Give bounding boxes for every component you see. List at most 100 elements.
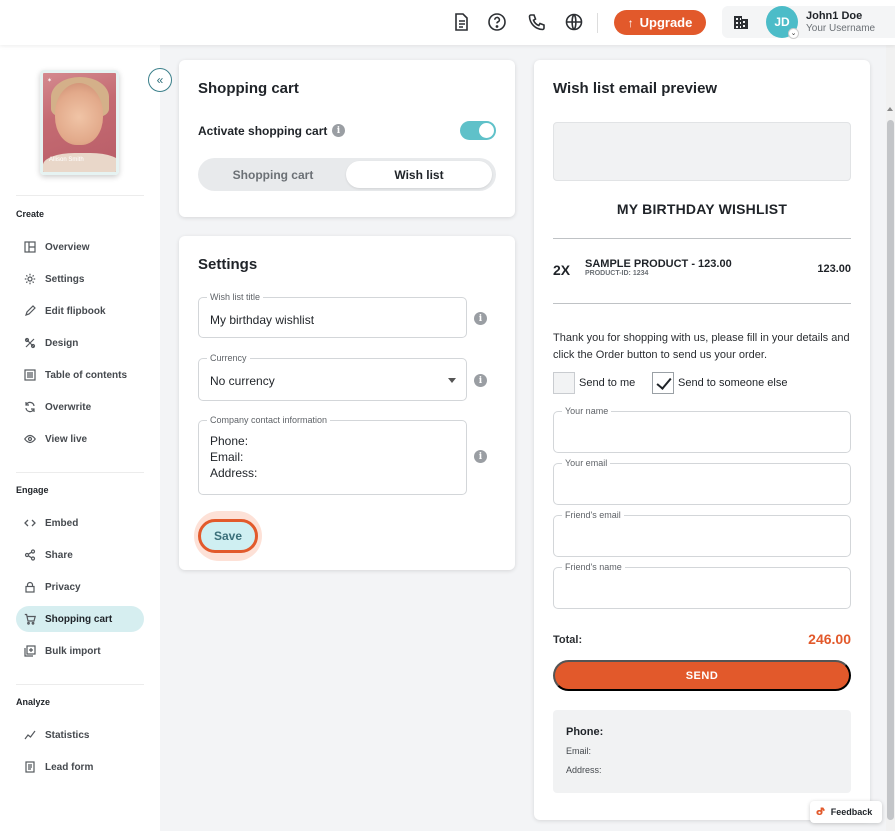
friends-email-field[interactable]: Friend's email [553, 510, 851, 557]
sidebar-divider [16, 684, 144, 685]
field-value: My birthday wishlist [210, 313, 315, 327]
feedback-button[interactable]: ᕷ Feedback [810, 801, 882, 823]
layout-icon [24, 241, 36, 253]
refresh-icon [24, 401, 36, 413]
sidebar-item-label: Design [45, 337, 79, 349]
sidebar-item-share[interactable]: Share [16, 542, 144, 568]
field-label: Wish list title [207, 292, 264, 302]
sidebar-item-label: Overwrite [45, 401, 92, 413]
section-analyze: Analyze [16, 697, 51, 707]
thumbnail-text: Allison Smith [49, 157, 84, 163]
your-email-field[interactable]: Your email [553, 458, 851, 505]
feedback-label: Feedback [830, 807, 873, 817]
eye-icon [24, 433, 36, 445]
tab-shopping-cart[interactable]: Shopping cart [201, 161, 345, 188]
save-button[interactable]: Save [198, 519, 258, 553]
wishlist-title-field[interactable]: Wish list title My birthday wishlist [198, 292, 467, 338]
contact-info-textarea[interactable]: Company contact information Phone: Email… [198, 415, 467, 495]
info-icon[interactable]: i [474, 450, 487, 463]
activate-cart-label: Activate shopping cart [198, 124, 328, 138]
tab-wish-list[interactable]: Wish list [346, 161, 492, 188]
account-menu[interactable]: JD ⌄ John1 Doe Your Username [722, 6, 895, 39]
friends-name-field[interactable]: Friend's name [553, 562, 851, 609]
double-chevron-left-icon: « [156, 73, 164, 87]
sidebar-item-lead-form[interactable]: Lead form [16, 754, 144, 780]
sidebar-item-shopping-cart[interactable]: Shopping cart [16, 606, 144, 632]
thumbnail-face [55, 83, 103, 145]
document-icon[interactable] [451, 12, 471, 32]
info-icon[interactable]: i [332, 124, 345, 137]
sidebar-item-label: Settings [45, 273, 85, 285]
collapse-sidebar-button[interactable]: « [148, 68, 172, 92]
caret-down-icon [448, 378, 456, 383]
scroll-up-icon[interactable] [887, 107, 893, 111]
info-icon[interactable]: i [474, 374, 487, 387]
wishlist-preview-card: Wish list email preview MY BIRTHDAY WISH… [534, 60, 870, 820]
page-scrollbar[interactable] [886, 45, 895, 831]
thanks-message: Thank you for shopping with us, please f… [553, 332, 850, 361]
header-divider [597, 13, 598, 33]
currency-select[interactable]: Currency No currency [198, 353, 467, 401]
section-engage: Engage [16, 485, 49, 495]
sidebar-item-label: Privacy [45, 581, 81, 593]
your-name-field[interactable]: Your name [553, 406, 851, 453]
contact-address: Address: [566, 765, 602, 775]
item-id: PRODUCT-ID: 1234 [585, 270, 649, 277]
user-name: John1 Doe [806, 10, 863, 22]
form-icon [24, 761, 36, 773]
info-icon[interactable]: i [474, 312, 487, 325]
field-label: Company contact information [207, 415, 331, 425]
sidebar-item-label: Table of contents [45, 369, 128, 381]
building-icon[interactable] [732, 13, 750, 31]
help-icon[interactable] [487, 12, 507, 32]
item-price: 123.00 [817, 263, 851, 275]
upgrade-button[interactable]: ↑ Upgrade [614, 10, 706, 35]
share-icon [24, 549, 36, 561]
send-to-me-checkbox[interactable] [553, 372, 575, 394]
item-quantity: 2X [553, 262, 571, 278]
sidebar-item-overwrite[interactable]: Overwrite [16, 394, 144, 420]
flipbook-thumbnail[interactable]: ✶ Allison Smith [40, 70, 119, 175]
sidebar-item-table-of-contents[interactable]: Table of contents [16, 362, 144, 388]
chevron-down-icon[interactable]: ⌄ [788, 28, 799, 39]
contact-info-box: Phone: Email: Address: [553, 710, 851, 793]
sidebar-item-privacy[interactable]: Privacy [16, 574, 144, 600]
sidebar-divider [16, 472, 144, 473]
sidebar: ✶ Allison Smith Create Overview Settings… [0, 45, 160, 831]
thumbnail-logo-icon: ✶ [47, 78, 53, 84]
cart-icon [24, 613, 36, 625]
sidebar-item-overview[interactable]: Overview [16, 234, 144, 260]
send-button[interactable]: SEND [553, 660, 851, 691]
activate-cart-toggle[interactable] [460, 121, 496, 140]
top-header: ↑ Upgrade JD ⌄ John1 Doe Your Username [0, 0, 895, 45]
user-username: Your Username [806, 23, 876, 34]
scrollbar-thumb[interactable] [887, 120, 894, 820]
sidebar-item-edit-flipbook[interactable]: Edit flipbook [16, 298, 144, 324]
sidebar-item-label: Embed [45, 517, 79, 529]
send-to-someone-checkbox[interactable] [652, 372, 674, 394]
field-label: Your name [562, 406, 612, 416]
total-value: 246.00 [808, 631, 851, 647]
sidebar-item-statistics[interactable]: Statistics [16, 722, 144, 748]
item-name: SAMPLE PRODUCT - 123.00 [585, 258, 732, 270]
sidebar-item-settings[interactable]: Settings [16, 266, 144, 292]
import-icon [24, 645, 36, 657]
sidebar-item-label: View live [45, 433, 88, 445]
save-button-focus-ring: Save [194, 511, 262, 561]
feedback-icon: ᕷ [816, 806, 826, 818]
divider [553, 303, 851, 304]
arrow-up-icon: ↑ [627, 15, 634, 30]
sidebar-item-embed[interactable]: Embed [16, 510, 144, 536]
sidebar-item-design[interactable]: Design [16, 330, 144, 356]
code-icon [24, 517, 36, 529]
sidebar-item-bulk-import[interactable]: Bulk import [16, 638, 144, 664]
list-icon [24, 369, 36, 381]
divider [553, 238, 851, 239]
sidebar-item-label: Statistics [45, 729, 90, 741]
globe-icon[interactable] [564, 12, 584, 32]
send-to-someone-label: Send to someone else [678, 377, 788, 389]
phone-icon[interactable] [527, 12, 547, 32]
field-value: Phone: Email: Address: [210, 434, 258, 480]
sidebar-item-view-live[interactable]: View live [16, 426, 144, 452]
card-title: Settings [198, 256, 258, 273]
